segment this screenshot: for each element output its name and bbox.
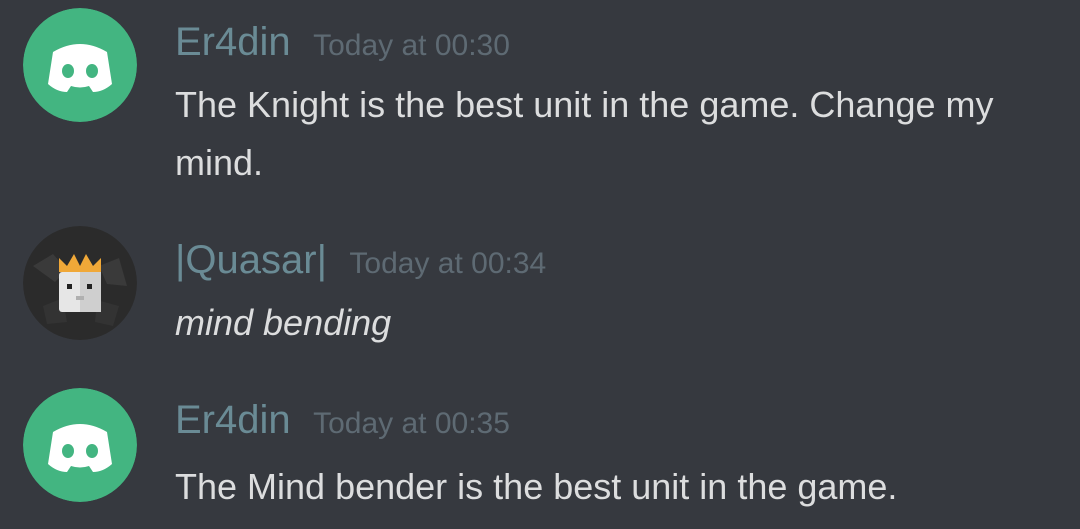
username[interactable]: Er4din <box>175 398 291 442</box>
username[interactable]: Er4din <box>175 20 291 64</box>
user-avatar[interactable] <box>23 226 137 340</box>
message-text: mind bending <box>175 302 392 343</box>
chat-message-list: Er4din Today at 00:30 The Knight is the … <box>0 0 1080 529</box>
message-header: Er4din Today at 00:35 <box>175 398 510 448</box>
timestamp: Today at 00:35 <box>313 407 510 440</box>
chat-message: |Quasar| Today at 00:34 mind bending <box>0 226 1080 346</box>
timestamp: Today at 00:34 <box>349 247 547 280</box>
username[interactable]: |Quasar| <box>175 238 327 282</box>
message-text: The Knight is the best unit in the game.… <box>175 84 994 183</box>
user-avatar[interactable] <box>23 388 137 502</box>
timestamp: Today at 00:30 <box>313 29 510 62</box>
message-header: Er4din Today at 00:30 <box>175 20 510 70</box>
message-header: |Quasar| Today at 00:34 <box>175 238 546 288</box>
message-text: The Mind bender is the best unit in the … <box>175 466 898 507</box>
discord-default-avatar-icon <box>23 8 137 122</box>
user-avatar[interactable] <box>23 8 137 122</box>
chat-message: Er4din Today at 00:30 The Knight is the … <box>0 8 1080 198</box>
chat-message: Er4din Today at 00:35 The Mind bender is… <box>0 388 1080 523</box>
crowned-head-avatar-icon <box>23 226 137 340</box>
discord-default-avatar-icon <box>23 388 137 502</box>
